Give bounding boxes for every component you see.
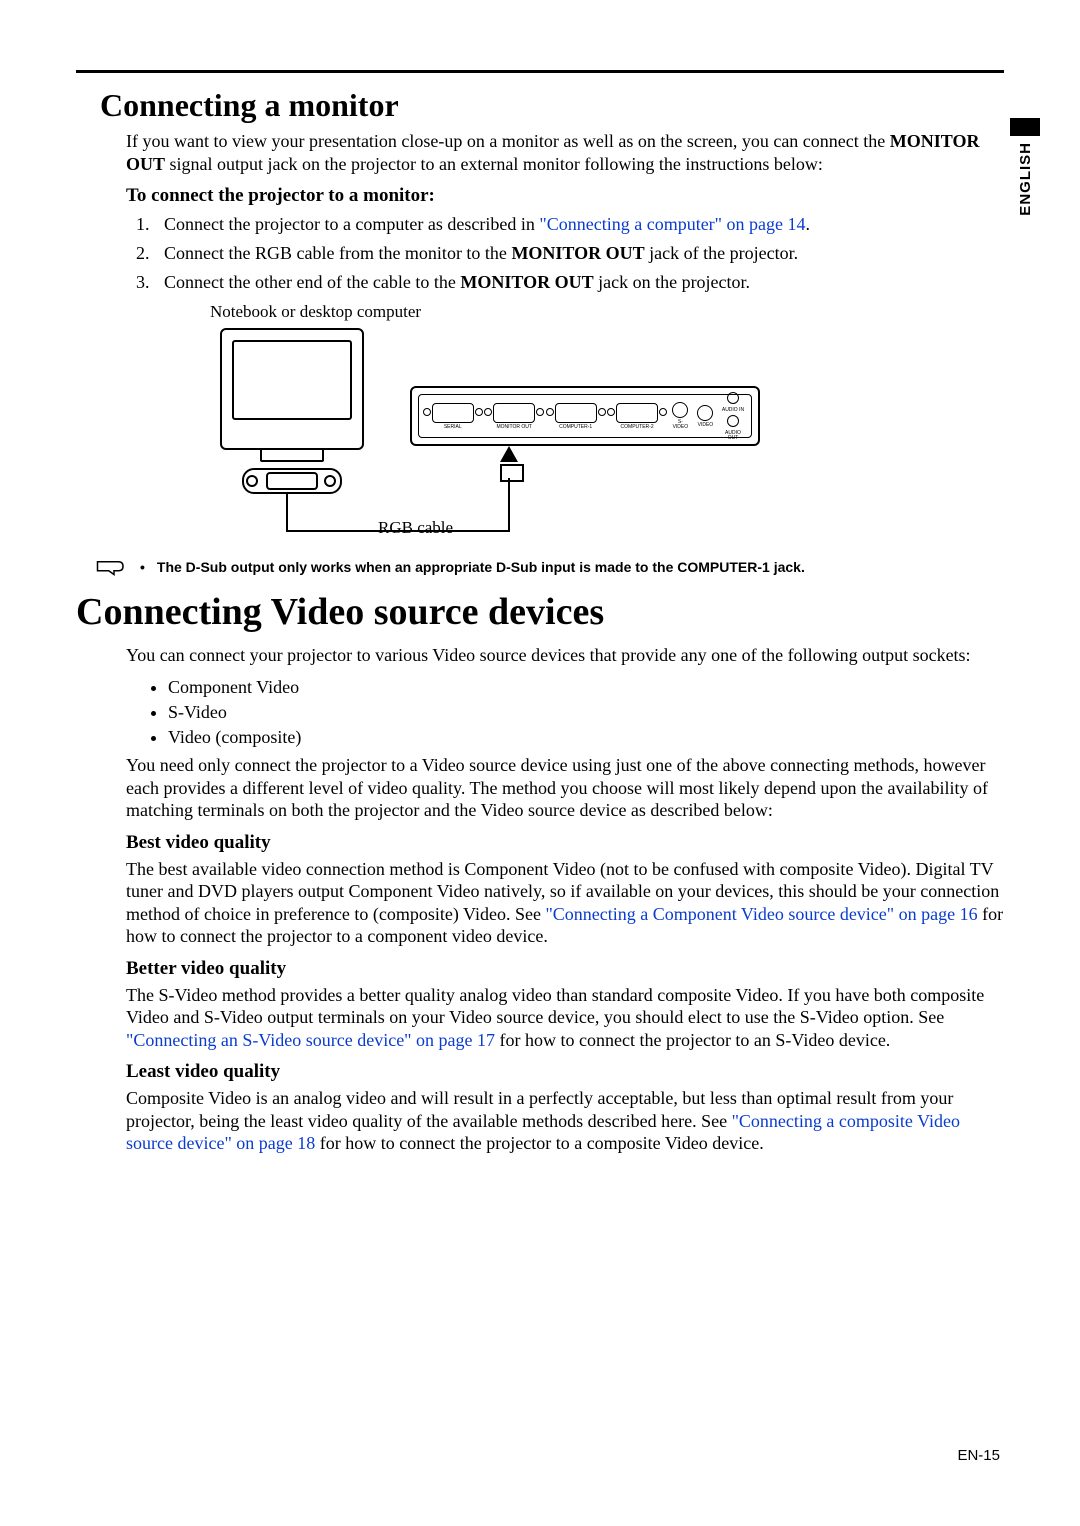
link-svideo[interactable]: "Connecting an S-Video source device" on… [126, 1030, 495, 1050]
text: The S-Video method provides a better qua… [126, 985, 984, 1028]
computer1-port-icon [555, 403, 597, 423]
page-number: EN-15 [957, 1447, 1000, 1464]
screw-icon [324, 475, 336, 487]
video-port-icon [697, 405, 713, 421]
monitor-icon [220, 328, 364, 450]
text: jack on the projector. [594, 272, 750, 292]
best-para: The best available video connection meth… [100, 858, 1004, 948]
port-label: VIDEO [698, 423, 714, 428]
port-label: MONITOR OUT [496, 425, 531, 430]
cable-icon [286, 494, 288, 530]
heading-connecting-monitor: Connecting a monitor [100, 87, 1004, 124]
least-para: Composite Video is an analog video and w… [100, 1087, 1004, 1155]
monitor-stand-icon [260, 448, 324, 462]
text: Connect the RGB cable from the monitor t… [164, 243, 511, 263]
language-tab: ENGLISH [1010, 118, 1040, 216]
figure-caption: Notebook or desktop computer [210, 302, 1004, 322]
video-after-bullets: You need only connect the projector to a… [100, 754, 1004, 822]
bold-monitor-out: MONITOR OUT [511, 243, 644, 263]
rgb-cable-label: RGB cable [378, 518, 453, 538]
text: Connect the projector to a computer as d… [164, 214, 539, 234]
audio-out-port-icon [727, 415, 739, 427]
video-sockets-list: Component Video S-Video Video (composite… [100, 675, 1004, 751]
monitor-out-port-icon [493, 403, 535, 423]
port-label: S-VIDEO [671, 420, 690, 430]
svideo-port-icon [672, 402, 688, 418]
computer2-port-icon [616, 403, 658, 423]
bold-monitor-out: MONITOR OUT [460, 272, 593, 292]
language-tab-block [1010, 118, 1040, 136]
language-tab-text: ENGLISH [1017, 142, 1034, 216]
port-label: COMPUTER-1 [559, 425, 592, 430]
subhead-best: Best video quality [100, 832, 1004, 854]
text: Connect the other end of the cable to th… [164, 272, 460, 292]
arrow-up-icon [500, 446, 518, 462]
port-label: SERIAL [444, 425, 462, 430]
audio-in-port-icon [727, 392, 739, 404]
subhead-better: Better video quality [100, 958, 1004, 980]
projector-panel-icon: SERIAL MONITOR OUT COMPUTER-1 COMPUTER-2… [410, 386, 760, 446]
cable-icon [508, 478, 510, 532]
list-item: Component Video [168, 675, 1004, 700]
serial-port-icon [432, 403, 474, 423]
heading-connecting-video: Connecting Video source devices [76, 590, 1004, 634]
link-component-video[interactable]: "Connecting a Component Video source dev… [545, 904, 977, 924]
text: for how to connect the projector to a co… [315, 1133, 763, 1153]
video-intro: You can connect your projector to variou… [100, 644, 1004, 667]
note-dsub: • The D-Sub output only works when an ap… [94, 558, 1004, 580]
better-para: The S-Video method provides a better qua… [100, 984, 1004, 1052]
top-rule [76, 70, 1004, 73]
text: If you want to view your presentation cl… [126, 131, 890, 151]
port-label: COMPUTER-2 [621, 425, 654, 430]
step-2: Connect the RGB cable from the monitor t… [154, 240, 1004, 267]
monitor-intro: If you want to view your presentation cl… [100, 130, 1004, 175]
note-text: The D-Sub output only works when an appr… [157, 558, 805, 575]
text: jack of the projector. [645, 243, 798, 263]
connector-icon [500, 464, 524, 482]
subhead-least: Least video quality [100, 1061, 1004, 1083]
port-label: AUDIO OUT [721, 431, 745, 441]
vga-connector-icon [266, 472, 318, 490]
list-item: S-Video [168, 700, 1004, 725]
steps-list: Connect the projector to a computer as d… [100, 211, 1004, 296]
subhead-to-connect: To connect the projector to a monitor: [100, 185, 1004, 207]
link-connecting-computer[interactable]: "Connecting a computer" on page 14 [539, 214, 805, 234]
port-label: AUDIO IN [722, 408, 744, 413]
screw-icon [246, 475, 258, 487]
text: for how to connect the projector to an S… [495, 1030, 890, 1050]
text: signal output jack on the projector to a… [165, 154, 823, 174]
note-icon [94, 558, 128, 580]
text: . [806, 214, 811, 234]
step-1: Connect the projector to a computer as d… [154, 211, 1004, 238]
note-bullet: • [140, 558, 145, 575]
step-3: Connect the other end of the cable to th… [154, 269, 1004, 296]
list-item: Video (composite) [168, 725, 1004, 750]
figure-monitor-connection: Notebook or desktop computer RGB cable [210, 302, 1004, 548]
